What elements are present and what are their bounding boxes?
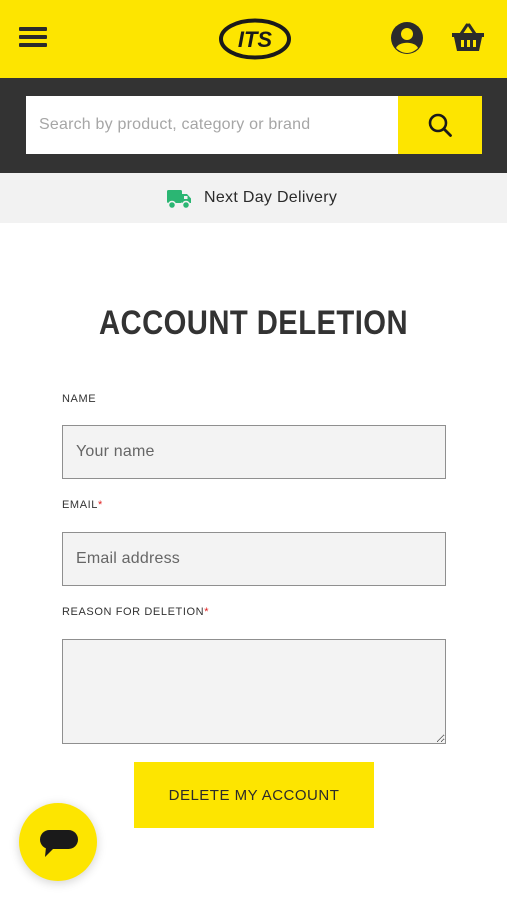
- its-logo[interactable]: ITS: [218, 17, 292, 61]
- name-label: NAME: [62, 392, 96, 406]
- delivery-text: Next Day Delivery: [204, 189, 338, 206]
- reason-required-mark: *: [204, 606, 210, 618]
- name-field[interactable]: [62, 425, 446, 479]
- delete-account-button[interactable]: DELETE MY ACCOUNT: [134, 762, 374, 828]
- user-account-icon[interactable]: [390, 21, 424, 55]
- logo-text: ITS: [238, 27, 273, 52]
- search-icon: [428, 113, 452, 137]
- email-field[interactable]: [62, 532, 446, 586]
- chat-button[interactable]: [19, 803, 97, 881]
- email-required-mark: *: [98, 499, 103, 511]
- reason-textarea[interactable]: [62, 639, 446, 744]
- search-button[interactable]: [398, 96, 482, 154]
- reason-label-text: REASON FOR DELETION: [62, 606, 205, 618]
- hamburger-menu-icon[interactable]: [19, 25, 47, 49]
- page-title: ACCOUNT DELETION: [98, 304, 409, 342]
- chat-bubble-icon: [40, 830, 78, 857]
- delivery-banner: Next Day Delivery: [0, 173, 507, 223]
- top-header: ITS: [0, 0, 507, 78]
- search-bar: [0, 78, 507, 173]
- email-label: EMAIL*: [62, 498, 103, 512]
- delivery-truck-icon: [167, 190, 191, 210]
- search-input[interactable]: [26, 96, 398, 154]
- shopping-basket-icon[interactable]: [450, 22, 486, 54]
- email-label-text: EMAIL: [62, 499, 99, 511]
- name-label-text: NAME: [62, 393, 97, 405]
- reason-label: REASON FOR DELETION*: [62, 605, 209, 619]
